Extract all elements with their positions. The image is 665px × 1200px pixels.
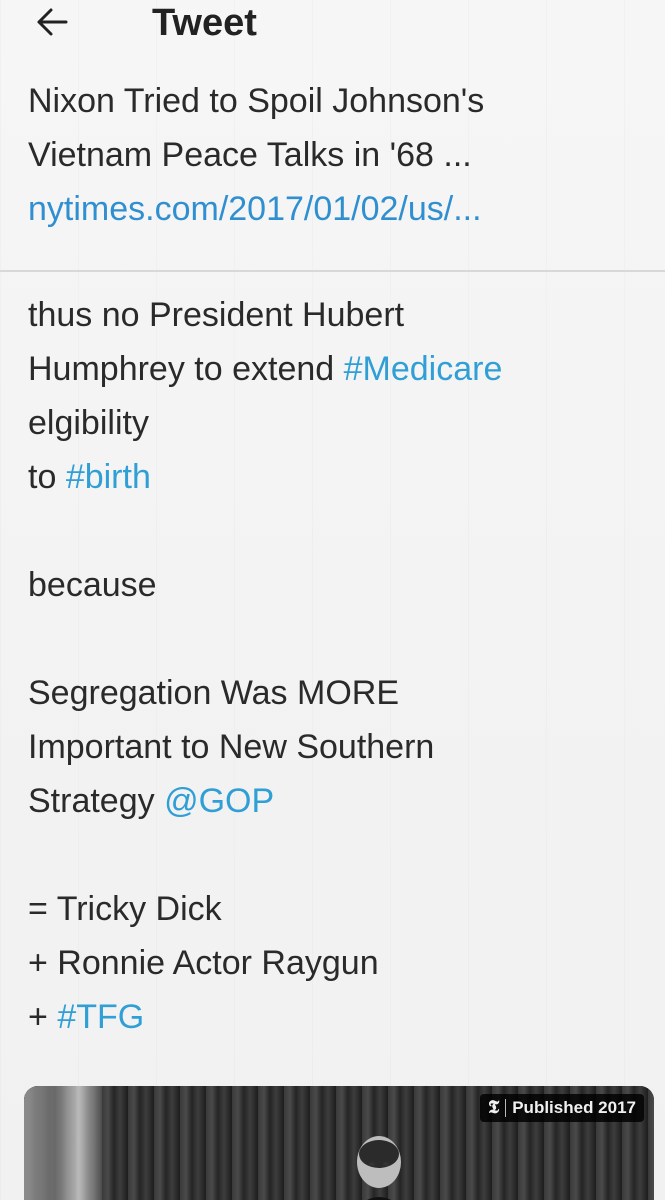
page-title: Tweet	[152, 2, 257, 44]
arrow-left-icon	[37, 8, 68, 36]
tweet-text: thus no President Hubert Humphrey to ext…	[28, 288, 648, 1044]
tweet-line: + Ronnie Actor Raygun	[28, 944, 379, 982]
tweet-line-text: Strategy	[28, 782, 165, 820]
tweet-line-text: to	[28, 458, 66, 496]
link-card-title-line-1: Nixon Tried to Spoil Johnson's	[28, 82, 485, 120]
nyt-logo-icon: 𝕿	[488, 1097, 500, 1118]
flag-image	[24, 1086, 102, 1200]
top-bar: Tweet	[0, 0, 665, 52]
published-badge: 𝕿 Published 2017	[480, 1094, 644, 1122]
tweet-line: Segregation Was MORE	[28, 674, 399, 712]
tweet-line-text: +	[28, 998, 58, 1036]
back-button[interactable]	[30, 2, 74, 42]
link-preview-card[interactable]: Nixon Tried to Spoil Johnson's Vietnam P…	[28, 74, 648, 236]
hashtag-birth[interactable]: #birth	[66, 458, 151, 496]
hashtag-medicare[interactable]: #Medicare	[344, 350, 503, 388]
tweet-line: Important to New Southern	[28, 728, 435, 766]
tweet-line: to #birth	[28, 450, 648, 504]
tweet-line: = Tricky Dick	[28, 890, 222, 928]
tweet-line: Humphrey to extend #Medicare	[28, 342, 648, 396]
hashtag-tfg[interactable]: #TFG	[57, 998, 144, 1036]
article-image[interactable]: 𝕿 Published 2017	[24, 1086, 654, 1200]
mention-gop[interactable]: @GOP	[164, 782, 274, 820]
published-label: Published 2017	[512, 1098, 636, 1117]
badge-separator	[505, 1099, 507, 1117]
tweet-line: elgibility	[28, 404, 149, 442]
tweet-line: + #TFG	[28, 990, 648, 1044]
section-divider	[0, 270, 665, 272]
person-photo	[357, 1136, 401, 1200]
tweet-line: Strategy @GOP	[28, 774, 648, 828]
tweet-page: Tweet Nixon Tried to Spoil Johnson's Vie…	[0, 0, 665, 1200]
article-link[interactable]: nytimes.com/2017/01/02/us/...	[28, 190, 482, 228]
tweet-line-text: Humphrey to extend	[28, 350, 344, 388]
link-card-title-line-2: Vietnam Peace Talks in '68 ...	[28, 136, 472, 174]
tweet-line: thus no President Hubert	[28, 296, 405, 334]
tweet-line: because	[28, 566, 157, 604]
